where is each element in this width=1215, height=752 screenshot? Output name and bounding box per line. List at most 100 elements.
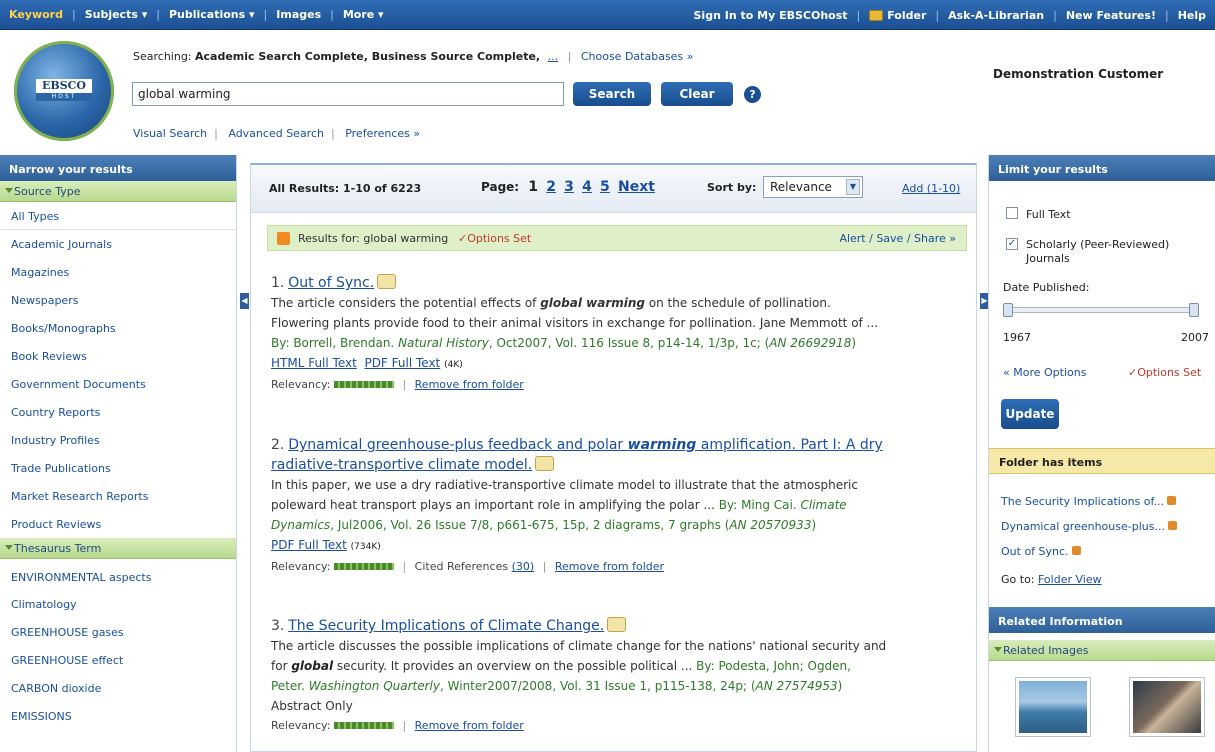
nav-folder[interactable]: Folder [860, 9, 935, 22]
related-image-thumbnail[interactable] [1129, 677, 1205, 737]
pdf-full-text-link[interactable]: PDF Full Text [271, 538, 347, 552]
chevron-down-icon: ▼ [846, 179, 860, 195]
choose-databases-link[interactable]: Choose Databases » [581, 50, 694, 63]
result-title-link-line2[interactable]: radiative-transportive climate model. [271, 457, 532, 473]
remove-icon[interactable] [1071, 546, 1081, 555]
pdf-full-text-link[interactable]: PDF Full Text [364, 356, 440, 370]
thesaurus-term-item[interactable]: GREENHOUSE gases [0, 618, 236, 646]
update-button[interactable]: Update [1001, 399, 1059, 429]
thesaurus-term-item[interactable]: Climatology [0, 590, 236, 618]
result-title-link[interactable]: Dynamical greenhouse-plus feedback and p… [288, 437, 883, 453]
add-to-folder-link[interactable]: Add (1-10) [902, 182, 960, 195]
source-type-item[interactable]: Industry Profiles [0, 426, 236, 454]
page-link[interactable]: 4 [582, 179, 592, 195]
abstract-text: security. It provides an overview on the… [333, 659, 697, 673]
visual-search-link[interactable]: Visual Search [133, 127, 207, 140]
nav-publications[interactable]: Publications ▾ [160, 8, 264, 21]
date-range-slider[interactable] [1003, 303, 1199, 317]
abstract-text: Flowering plants provide food to their a… [271, 316, 879, 330]
page-link[interactable]: 5 [600, 179, 610, 195]
preferences-link[interactable]: Preferences » [345, 127, 420, 140]
clear-button[interactable]: Clear [661, 82, 733, 106]
page-link[interactable]: 2 [546, 179, 556, 195]
thesaurus-term-item[interactable]: GREENHOUSE effect [0, 646, 236, 674]
nav-images[interactable]: Images [267, 8, 330, 21]
scholarly-checkbox[interactable]: ✓ [1006, 238, 1018, 250]
searching-label: Searching: [133, 50, 192, 63]
source-type-item[interactable]: Government Documents [0, 370, 236, 398]
more-options-link[interactable]: « More Options [1003, 366, 1086, 379]
preview-magnifier-icon[interactable] [535, 456, 555, 471]
collapse-left-panel-icon[interactable]: ◀ [240, 293, 249, 309]
folder-item[interactable]: The Security Implications of... [1001, 495, 1177, 508]
html-full-text-link[interactable]: HTML Full Text [271, 356, 357, 370]
thesaurus-term-header[interactable]: Thesaurus Term [0, 538, 236, 559]
rss-icon[interactable] [277, 232, 290, 245]
next-page-link[interactable]: Next [618, 179, 655, 195]
source-type-item[interactable]: Country Reports [0, 398, 236, 426]
nav-ask-a-librarian[interactable]: Ask-A-Librarian [939, 9, 1053, 22]
relevancy-bar [333, 381, 394, 388]
remove-from-folder-link[interactable]: Remove from folder [555, 560, 664, 573]
nav-sign-in[interactable]: Sign In to My EBSCOhost [685, 9, 857, 22]
source-type-header[interactable]: Source Type [0, 181, 236, 202]
cited-references-link[interactable]: (30) [512, 560, 535, 573]
thesaurus-term-item[interactable]: CARBON dioxide [0, 674, 236, 702]
title-text: amplification. Part I: A dry [696, 437, 883, 453]
folder-item[interactable]: Dynamical greenhouse-plus... [1001, 520, 1177, 533]
advanced-search-link[interactable]: Advanced Search [228, 127, 324, 140]
source-type-item[interactable]: Book Reviews [0, 342, 236, 370]
alert-save-share-link[interactable]: Alert / Save / Share » [839, 232, 956, 245]
source-type-all[interactable]: All Types [0, 202, 236, 230]
nav-new-features[interactable]: New Features! [1057, 9, 1165, 22]
date-slider-start-handle[interactable] [1003, 303, 1013, 317]
folder-view-link[interactable]: Folder View [1038, 573, 1102, 586]
full-text-checkbox[interactable] [1006, 207, 1018, 219]
remove-icon[interactable] [1167, 496, 1177, 505]
source-author: By: Podesta, John; Ogden, [696, 659, 851, 673]
preview-magnifier-icon[interactable] [377, 274, 397, 289]
search-button[interactable]: Search [573, 82, 651, 106]
source-author: Peter. [271, 679, 309, 693]
page-link[interactable]: 3 [564, 179, 574, 195]
date-slider-end-handle[interactable] [1189, 303, 1199, 317]
relevancy-bar [333, 563, 394, 570]
source-type-item[interactable]: Books/Monographs [0, 314, 236, 342]
nav-help[interactable]: Help [1169, 9, 1215, 22]
source-type-item[interactable]: Academic Journals [0, 230, 236, 258]
remove-from-folder-link[interactable]: Remove from folder [415, 378, 524, 391]
source-type-item[interactable]: Trade Publications [0, 454, 236, 482]
nav-more[interactable]: More ▾ [334, 8, 393, 21]
search-input[interactable] [132, 82, 564, 106]
source-type-item[interactable]: Product Reviews [0, 510, 236, 538]
folder-item-label: Out of Sync. [1001, 545, 1069, 558]
preview-magnifier-icon[interactable] [607, 617, 627, 632]
options-set-link[interactable]: ✓Options Set [1128, 366, 1201, 379]
source-end: ) [851, 336, 857, 350]
result-title-link[interactable]: Out of Sync. [288, 275, 374, 291]
help-icon[interactable]: ? [744, 86, 761, 103]
thesaurus-term-item[interactable]: EMISSIONS [0, 702, 236, 730]
thesaurus-term-item[interactable]: ENVIRONMENTAL aspects [0, 559, 236, 590]
result-title-link[interactable]: The Security Implications of Climate Cha… [288, 618, 604, 634]
more-databases-link[interactable]: ... [548, 50, 559, 63]
source-type-item[interactable]: Market Research Reports [0, 482, 236, 510]
options-set-link[interactable]: ✓Options Set [458, 232, 531, 245]
sort-select[interactable]: Relevance ▼ [763, 176, 863, 198]
nav-keyword[interactable]: Keyword [0, 8, 72, 21]
related-images-header[interactable]: Related Images [989, 640, 1215, 661]
ebsco-host-logo[interactable]: EBSCO HOST [14, 41, 114, 141]
logo-text-bottom: HOST [36, 93, 92, 101]
related-image-thumbnail[interactable] [1015, 677, 1091, 737]
abstract-text: on the schedule of pollination. [644, 296, 831, 310]
results-for-bar: Results for: global warming ✓Options Set… [267, 225, 967, 251]
nav-subjects[interactable]: Subjects ▾ [76, 8, 157, 21]
source-type-item[interactable]: Newspapers [0, 286, 236, 314]
result-count: All Results: 1-10 of 6223 [269, 182, 422, 195]
folder-item[interactable]: Out of Sync. [1001, 545, 1081, 558]
source-type-item[interactable]: Magazines [0, 258, 236, 286]
remove-from-folder-link[interactable]: Remove from folder [415, 719, 524, 732]
source-details: , Jul2006, Vol. 26 Issue 7/8, p661-675, … [330, 518, 730, 532]
relevancy-label: Relevancy: [271, 560, 331, 573]
remove-icon[interactable] [1167, 521, 1177, 530]
